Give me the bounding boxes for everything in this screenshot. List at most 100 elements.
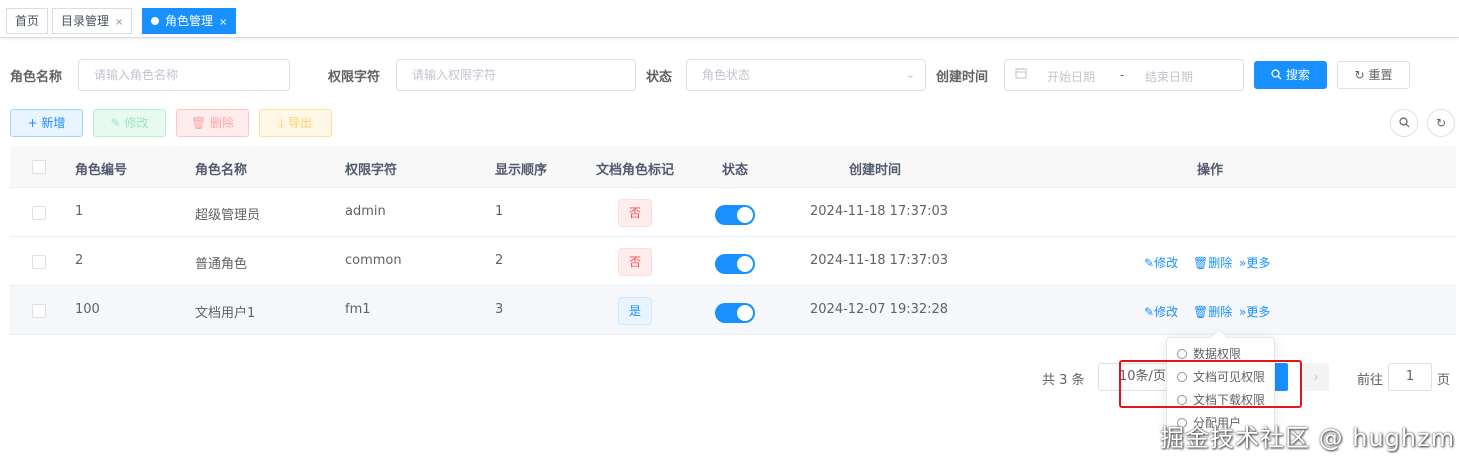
row-checkbox[interactable] [32,206,46,220]
status-switch[interactable] [715,254,755,274]
watermark-text: 掘金技术社区 @ hughzm [1160,424,1456,452]
close-icon[interactable]: × [219,17,227,28]
goto-page-input[interactable]: 1 [1388,363,1432,391]
table-row: 100 文档用户1 fm1 3 是 2024-12-07 19:32:28 ✎修… [10,286,1456,335]
export-button[interactable]: ⤓ 导出 [259,109,332,137]
reset-button-label: 重置 [1368,68,1393,82]
status-switch[interactable] [715,205,755,225]
col-role-name: 角色名称 [195,163,248,178]
edit-icon: ✎ [1144,256,1155,270]
check-circle-icon [1177,349,1187,359]
perm-input[interactable]: 请输入权限字符 [396,59,636,91]
cell-role-name: 普通角色 [195,257,248,272]
refresh-icon: ↻ [1354,68,1365,82]
close-icon[interactable]: × [115,17,123,28]
trash-icon: 🗑 [1193,256,1209,270]
role-name-placeholder: 请输入角色名称 [94,68,179,82]
row-edit-label: 修改 [1154,305,1179,319]
cell-created: 2024-12-07 19:32:28 [810,302,949,317]
range-separator: - [1120,68,1125,82]
add-button[interactable]: + 新增 [10,109,83,137]
cell-role-key: admin [345,204,386,219]
row-edit-link[interactable]: ✎修改 [1144,254,1178,271]
role-name-input[interactable]: 请输入角色名称 [78,59,290,91]
cell-sort: 2 [495,253,504,268]
end-date-placeholder[interactable]: 结束日期 [1145,68,1193,85]
reset-button[interactable]: ↻ 重置 [1337,61,1410,89]
tag-role[interactable]: 角色管理 × [142,8,237,34]
doc-flag-badge: 否 [618,248,652,276]
delete-button[interactable]: 🗑 删除 [176,109,249,137]
active-dot-icon [151,17,159,25]
table-row: 1 超级管理员 admin 1 否 2024-11-18 17:37:03 [10,188,1456,237]
col-created: 创建时间 [849,163,902,178]
highlight-annotation-box [1119,360,1302,408]
page-unit-label: 页 [1437,373,1451,388]
row-checkbox[interactable] [32,304,46,318]
row-delete-label: 删除 [1208,305,1233,319]
cell-created: 2024-11-18 17:37:03 [810,253,949,268]
export-button-label: 导出 [288,116,313,130]
cell-role-key: fm1 [345,302,371,317]
chevron-down-icon: ⌄ [905,68,915,81]
col-status: 状态 [722,163,749,178]
search-icon [1398,116,1410,130]
tag-catalog[interactable]: 目录管理 × [52,8,133,34]
role-name-label: 角色名称 [10,70,63,85]
cell-sort: 3 [495,302,504,317]
switch-knob [737,207,753,223]
toggle-search-button[interactable] [1390,109,1418,137]
cell-role-id: 2 [75,253,84,268]
edit-button-label: 修改 [124,116,149,130]
col-role-id: 角色编号 [75,163,128,178]
calendar-icon [1015,67,1027,82]
row-more-label: 更多 [1246,305,1271,319]
tag-home[interactable]: 首页 [6,8,49,34]
col-role-key: 权限字符 [345,163,398,178]
next-page-button[interactable]: › [1303,363,1329,391]
switch-knob [737,305,753,321]
goto-label: 前往 [1357,373,1384,388]
doc-flag-badge: 否 [618,199,652,227]
status-select[interactable]: 角色状态 ⌄ [686,59,926,91]
cell-sort: 1 [495,204,504,219]
col-actions: 操作 [1197,163,1224,178]
tag-home-label: 首页 [15,14,40,28]
row-delete-link[interactable]: 🗑删除 [1193,303,1232,320]
status-placeholder: 角色状态 [702,68,751,82]
search-icon [1271,68,1286,82]
edit-button[interactable]: ✎ 修改 [93,109,166,137]
row-delete-link[interactable]: 🗑删除 [1193,254,1232,271]
row-delete-label: 删除 [1208,256,1233,270]
tag-catalog-label: 目录管理 [61,14,110,28]
edit-icon: ✎ [1144,305,1155,319]
cell-role-name: 超级管理员 [195,208,261,223]
created-label: 创建时间 [936,70,989,85]
trash-icon: 🗑 [1193,305,1209,319]
start-date-placeholder[interactable]: 开始日期 [1047,68,1095,85]
date-range-picker[interactable]: 开始日期 - 结束日期 [1004,59,1244,91]
row-edit-link[interactable]: ✎修改 [1144,303,1178,320]
pagination-total: 共 3 条 [1042,373,1085,388]
delete-button-label: 删除 [210,116,235,130]
col-doc-flag: 文档角色标记 [596,163,675,178]
search-button[interactable]: 搜索 [1254,61,1327,89]
cell-role-id: 100 [75,302,100,317]
perm-label: 权限字符 [328,70,381,85]
row-more-link[interactable]: »更多 [1239,254,1270,271]
row-more-label: 更多 [1246,256,1271,270]
refresh-button[interactable]: ↻ [1427,109,1455,137]
row-checkbox[interactable] [32,255,46,269]
row-more-link[interactable]: »更多 [1239,303,1270,320]
perm-placeholder: 请输入权限字符 [412,68,497,82]
status-label: 状态 [646,70,673,85]
status-switch[interactable] [715,303,755,323]
dropdown-item-label: 数据权限 [1193,347,1242,361]
select-all-checkbox[interactable] [32,160,46,174]
switch-knob [737,256,753,272]
chevron-right-icon: › [1313,370,1319,384]
doc-flag-badge: 是 [618,297,652,325]
cell-created: 2024-11-18 17:37:03 [810,204,949,219]
table-header: 角色编号 角色名称 权限字符 显示顺序 文档角色标记 状态 创建时间 操作 [10,146,1456,188]
add-button-label: 新增 [41,116,66,130]
